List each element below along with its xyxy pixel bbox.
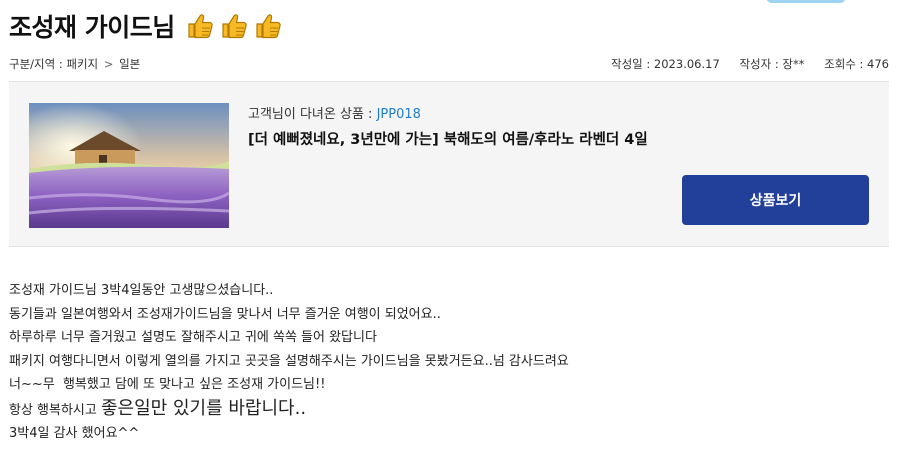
thumbs-up-icon	[188, 14, 213, 39]
breadcrumb-separator: >	[103, 57, 114, 71]
review-line: 너~~무 행복했고 담에 또 맞나고 싶은 조성재 가이드님!!	[9, 377, 326, 392]
meta-row: 구분/지역 : 패키지 > 일본 작성일 : 2023.06.17 작성자 : …	[9, 57, 889, 71]
thumbs-up-icon	[256, 14, 281, 39]
review-line: 3박4일 감사 했어요^^	[9, 426, 140, 441]
product-code[interactable]: JPP018	[377, 107, 421, 122]
category-value: 패키지	[66, 57, 99, 71]
review-line: 동기들과 일본여행와서 조성재가이드님을 맞나서 너무 즐거운 여행이 되었어요…	[9, 306, 441, 322]
top-tab-button[interactable]	[766, 0, 846, 3]
post-date: 작성일 : 2023.06.17	[611, 57, 720, 71]
product-label: 고객님이 다녀온 상품 :	[248, 107, 377, 122]
product-image[interactable]	[29, 103, 229, 228]
product-title[interactable]: [더 예뻐졌네요, 3년만에 가는] 북해도의 여름/후라노 라벤더 4일	[248, 128, 648, 149]
category-breadcrumb: 구분/지역 : 패키지 > 일본	[9, 56, 140, 72]
post-author: 작성자 : 장**	[739, 57, 805, 71]
review-content: 조성재 가이드님 3박4일동안 고생많으셨습니다.. 동기들과 일본여행와서 조…	[9, 279, 889, 446]
category-label: 구분/지역 :	[9, 57, 67, 71]
review-line: 항상 행복하시고 좋은일만 있기를 바랍니다..	[9, 397, 889, 423]
title-row: 조성재 가이드님	[9, 8, 283, 44]
region-value: 일본	[119, 57, 141, 71]
view-product-button[interactable]: 상품보기	[682, 175, 869, 225]
post-info: 작성일 : 2023.06.17 작성자 : 장** 조회수 : 476	[595, 56, 889, 72]
product-label-row: 고객님이 다녀온 상품 : JPP018	[248, 103, 421, 122]
page-title: 조성재 가이드님	[9, 13, 175, 42]
review-line: 조성재 가이드님 3박4일동안 고생많으셨습니다..	[9, 283, 274, 298]
review-line: 패키지 여행다니면서 이렇게 열의를 가지고 곳곳을 설명해주시는 가이드님을 …	[9, 353, 569, 369]
review-line-prefix: 항상 행복하시고	[9, 402, 101, 418]
review-line-emphasis: 좋은일만 있기를 바랍니다..	[101, 397, 307, 419]
thumbs-up-icon	[222, 14, 247, 39]
thumbs-group	[185, 11, 283, 41]
product-card: 고객님이 다녀온 상품 : JPP018 [더 예뻐졌네요, 3년만에 가는] …	[9, 81, 889, 247]
review-line: 하루하루 너무 즐거웠고 설명도 잘해주시고 귀에 쏙쏙 들어 왔답니다	[9, 330, 377, 345]
post-views: 조회수 : 476	[824, 57, 889, 71]
